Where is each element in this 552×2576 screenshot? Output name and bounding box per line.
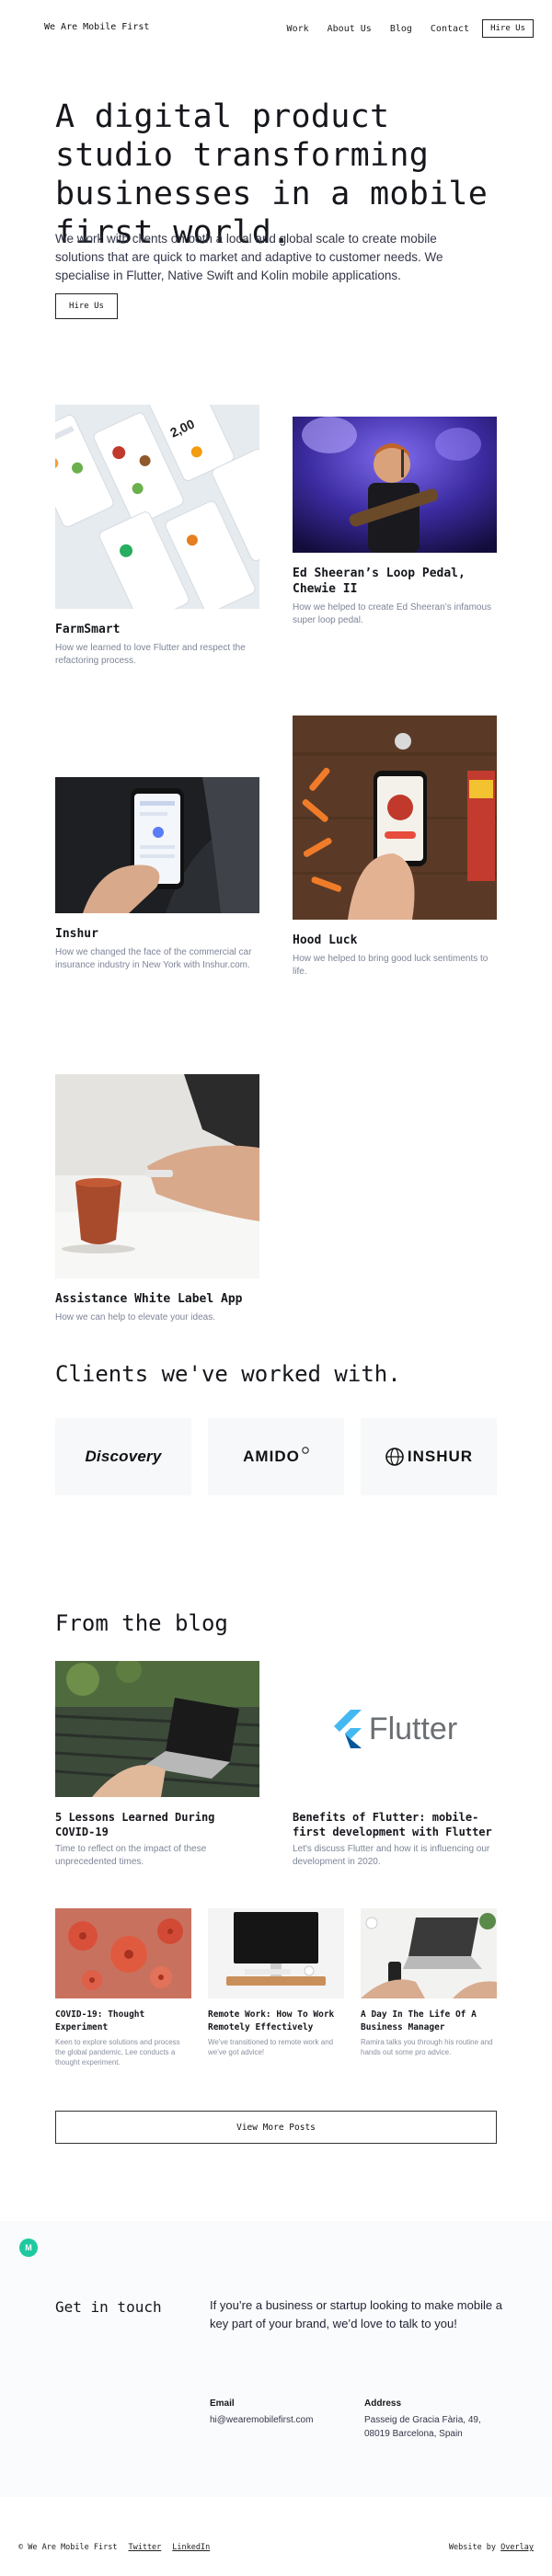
project-description: How we learned to love Flutter and respe… — [55, 643, 246, 666]
project-card-hood-luck[interactable]: Hood Luck How we helped to bring good lu… — [293, 716, 497, 979]
project-description: How we can help to elevate your ideas. — [55, 1312, 215, 1322]
post-title: 5 Lessons Learned During COVID-19 — [55, 1811, 215, 1838]
project-image — [293, 417, 497, 553]
project-description: How we helped to create Ed Sheeran’s inf… — [293, 602, 492, 625]
blog-post-covid-thought[interactable]: COVID-19: Thought Experiment Keen to exp… — [55, 1908, 191, 2067]
blog-heading: From the blog — [55, 1610, 228, 1636]
project-image — [55, 1074, 259, 1278]
site-footer: © We Are Mobile First Twitter LinkedIn W… — [0, 2538, 552, 2559]
contact-text: If you’re a business or startup looking … — [210, 2298, 502, 2330]
client-logo-text: INSHUR — [407, 1448, 474, 1465]
project-card-farmsmart[interactable]: 2,00 FarmSmart How we learned to love Fl… — [55, 405, 259, 668]
post-title: Benefits of Flutter: mobile-first develo… — [293, 1811, 492, 1838]
hero-text: We work with clients on both a local and… — [55, 232, 443, 282]
project-image — [55, 777, 259, 913]
nav-about-us[interactable]: About Us — [328, 24, 372, 34]
client-logo-inshur: INSHUR — [361, 1418, 497, 1495]
view-more-posts-button[interactable]: View More Posts — [55, 2111, 497, 2144]
project-title: Hood Luck — [293, 933, 358, 947]
project-title: Assistance White Label App — [55, 1292, 243, 1306]
post-image: Flutter — [293, 1661, 497, 1797]
post-image — [361, 1908, 497, 1998]
post-title: Remote Work: How To Work Remotely Effect… — [208, 2009, 335, 2032]
project-description: How we changed the face of the commercia… — [55, 947, 252, 970]
post-title: A Day In The Life Of A Business Manager — [361, 2009, 477, 2032]
copyright: © We Are Mobile First — [18, 2543, 118, 2552]
post-description: Ramira talks you through his routine and… — [361, 2038, 493, 2056]
project-card-assistance[interactable]: Assistance White Label App How we can he… — [55, 1074, 259, 1324]
post-description: Time to reflect on the impact of these u… — [55, 1844, 207, 1867]
chat-badge-icon[interactable]: M — [19, 2238, 38, 2257]
flutter-logo-text: Flutter — [368, 1711, 458, 1746]
project-title: Inshur — [55, 927, 98, 941]
footer-left: © We Are Mobile First Twitter LinkedIn — [18, 2543, 221, 2552]
hero-title: A digital product studio transforming bu… — [55, 98, 489, 251]
project-description: How we helped to bring good luck sentime… — [293, 954, 489, 977]
nav-hire-us-button[interactable]: Hire Us — [482, 19, 534, 38]
project-title: Ed Sheeran’s Loop Pedal, Chewie II — [293, 567, 466, 596]
site-header: We Are Mobile First Work About Us Blog C… — [0, 0, 552, 57]
post-description: We've transitioned to remote work and we… — [208, 2038, 334, 2056]
address-line-1: Passeig de Gracia Fària, 49, — [364, 2415, 481, 2425]
credit-prefix: Website by — [448, 2543, 497, 2552]
hero-hire-us-button[interactable]: Hire Us — [55, 293, 118, 319]
blog-post-business-manager[interactable]: A Day In The Life Of A Business Manager … — [361, 1908, 497, 2057]
blog-post-remote-work[interactable]: Remote Work: How To Work Remotely Effect… — [208, 1908, 344, 2057]
clients-heading: Clients we've worked with. — [55, 1361, 401, 1387]
flutter-logo-icon — [333, 1710, 362, 1748]
inshur-globe-icon — [385, 1448, 404, 1466]
post-image — [55, 1661, 259, 1797]
project-title: FarmSmart — [55, 623, 121, 636]
main-nav: Work About Us Blog Contact Hire Us — [287, 19, 534, 38]
footer-link-linkedin[interactable]: LinkedIn — [172, 2543, 210, 2552]
nav-blog[interactable]: Blog — [390, 24, 412, 34]
email-label: Email — [210, 2399, 235, 2409]
footer-credit: Website by Overlay — [449, 2543, 534, 2552]
post-image — [208, 1908, 344, 1998]
client-logo-discovery: Discovery — [55, 1418, 191, 1495]
post-title: COVID-19: Thought Experiment — [55, 2009, 145, 2032]
nav-contact[interactable]: Contact — [431, 24, 469, 34]
post-description: Keen to explore solutions and process th… — [55, 2038, 180, 2067]
project-card-ed-sheeran[interactable]: Ed Sheeran’s Loop Pedal, Chewie II How w… — [293, 417, 497, 627]
client-logo-amido: AMIDO — [208, 1418, 344, 1495]
post-image — [55, 1908, 191, 1998]
credit-link-overlay[interactable]: Overlay — [500, 2543, 534, 2552]
page: We Are Mobile First Work About Us Blog C… — [0, 0, 552, 2576]
project-image: 2,00 — [55, 405, 259, 609]
address-label: Address — [364, 2399, 402, 2409]
blog-post-covid-lessons[interactable]: 5 Lessons Learned During COVID-19 Time t… — [55, 1661, 259, 1869]
client-logo-text: AMIDO — [243, 1448, 300, 1465]
brand-logo[interactable]: We Are Mobile First — [44, 22, 149, 32]
contact-heading: Get in touch — [55, 2298, 162, 2316]
footer-link-twitter[interactable]: Twitter — [128, 2543, 161, 2552]
client-logo-text: Discovery — [85, 1448, 162, 1465]
project-image — [293, 716, 497, 920]
post-description: Let's discuss Flutter and how it is infl… — [293, 1844, 490, 1867]
contact-section — [0, 2221, 552, 2497]
nav-work[interactable]: Work — [287, 24, 309, 34]
registered-mark-icon — [302, 1447, 309, 1454]
email-link[interactable]: hi@wearemobilefirst.com — [210, 2413, 313, 2427]
address-line-2: 08019 Barcelona, Spain — [364, 2429, 463, 2439]
blog-post-flutter-benefits[interactable]: Flutter Benefits of Flutter: mobile-firs… — [293, 1661, 497, 1869]
project-card-inshur[interactable]: Inshur How we changed the face of the co… — [55, 777, 259, 972]
